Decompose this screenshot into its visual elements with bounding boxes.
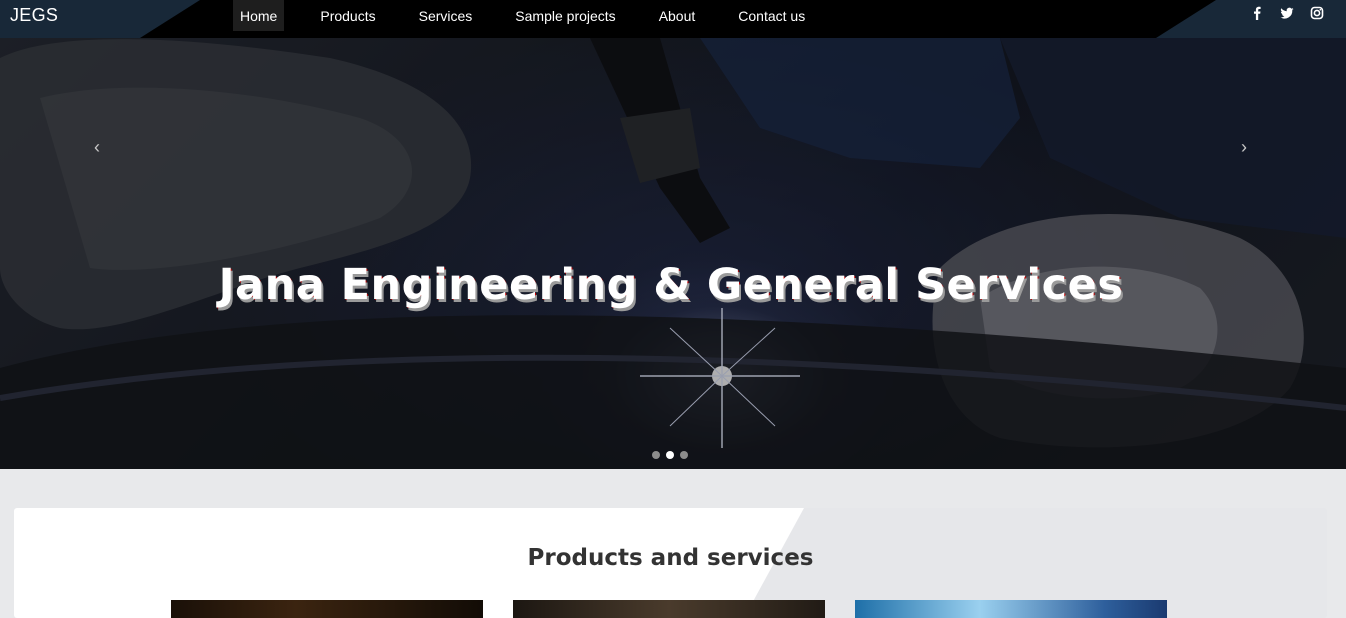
product-thumbnail[interactable] [855,600,1167,618]
hero-title: Jana Engineering & General Services [218,260,1124,310]
main-nav: Home Products Services Sample projects A… [233,0,841,31]
carousel-next-button[interactable]: › [1236,135,1252,159]
brand-logo[interactable]: JEGS [10,5,58,26]
product-thumbnail[interactable] [513,600,825,618]
nav-link-sample-projects[interactable]: Sample projects [508,0,622,31]
carousel-indicator[interactable] [680,451,688,459]
hero-carousel: ‹ › Jana Engineering & General Services [0,38,1346,469]
carousel-indicators [652,451,688,459]
carousel-indicator-active[interactable] [666,451,674,459]
nav-link-products[interactable]: Products [313,0,382,31]
carousel-indicator[interactable] [652,451,660,459]
carousel-prev-button[interactable]: ‹ [89,135,105,159]
products-services-card: Products and services [14,508,1327,618]
facebook-icon[interactable] [1250,6,1264,20]
instagram-icon[interactable] [1310,6,1324,20]
nav-link-contact[interactable]: Contact us [731,0,812,31]
top-navbar: JEGS Home Products Services Sample proje… [0,0,1346,38]
product-thumbnail[interactable] [171,600,483,618]
hero-welding-image [0,38,1346,469]
section-title: Products and services [527,545,814,571]
nav-link-services[interactable]: Services [412,0,480,31]
social-links [1250,6,1324,20]
main-content: Products and services [0,469,1346,618]
nav-link-about[interactable]: About [652,0,703,31]
twitter-icon[interactable] [1280,6,1294,20]
nav-link-home[interactable]: Home [233,0,285,31]
